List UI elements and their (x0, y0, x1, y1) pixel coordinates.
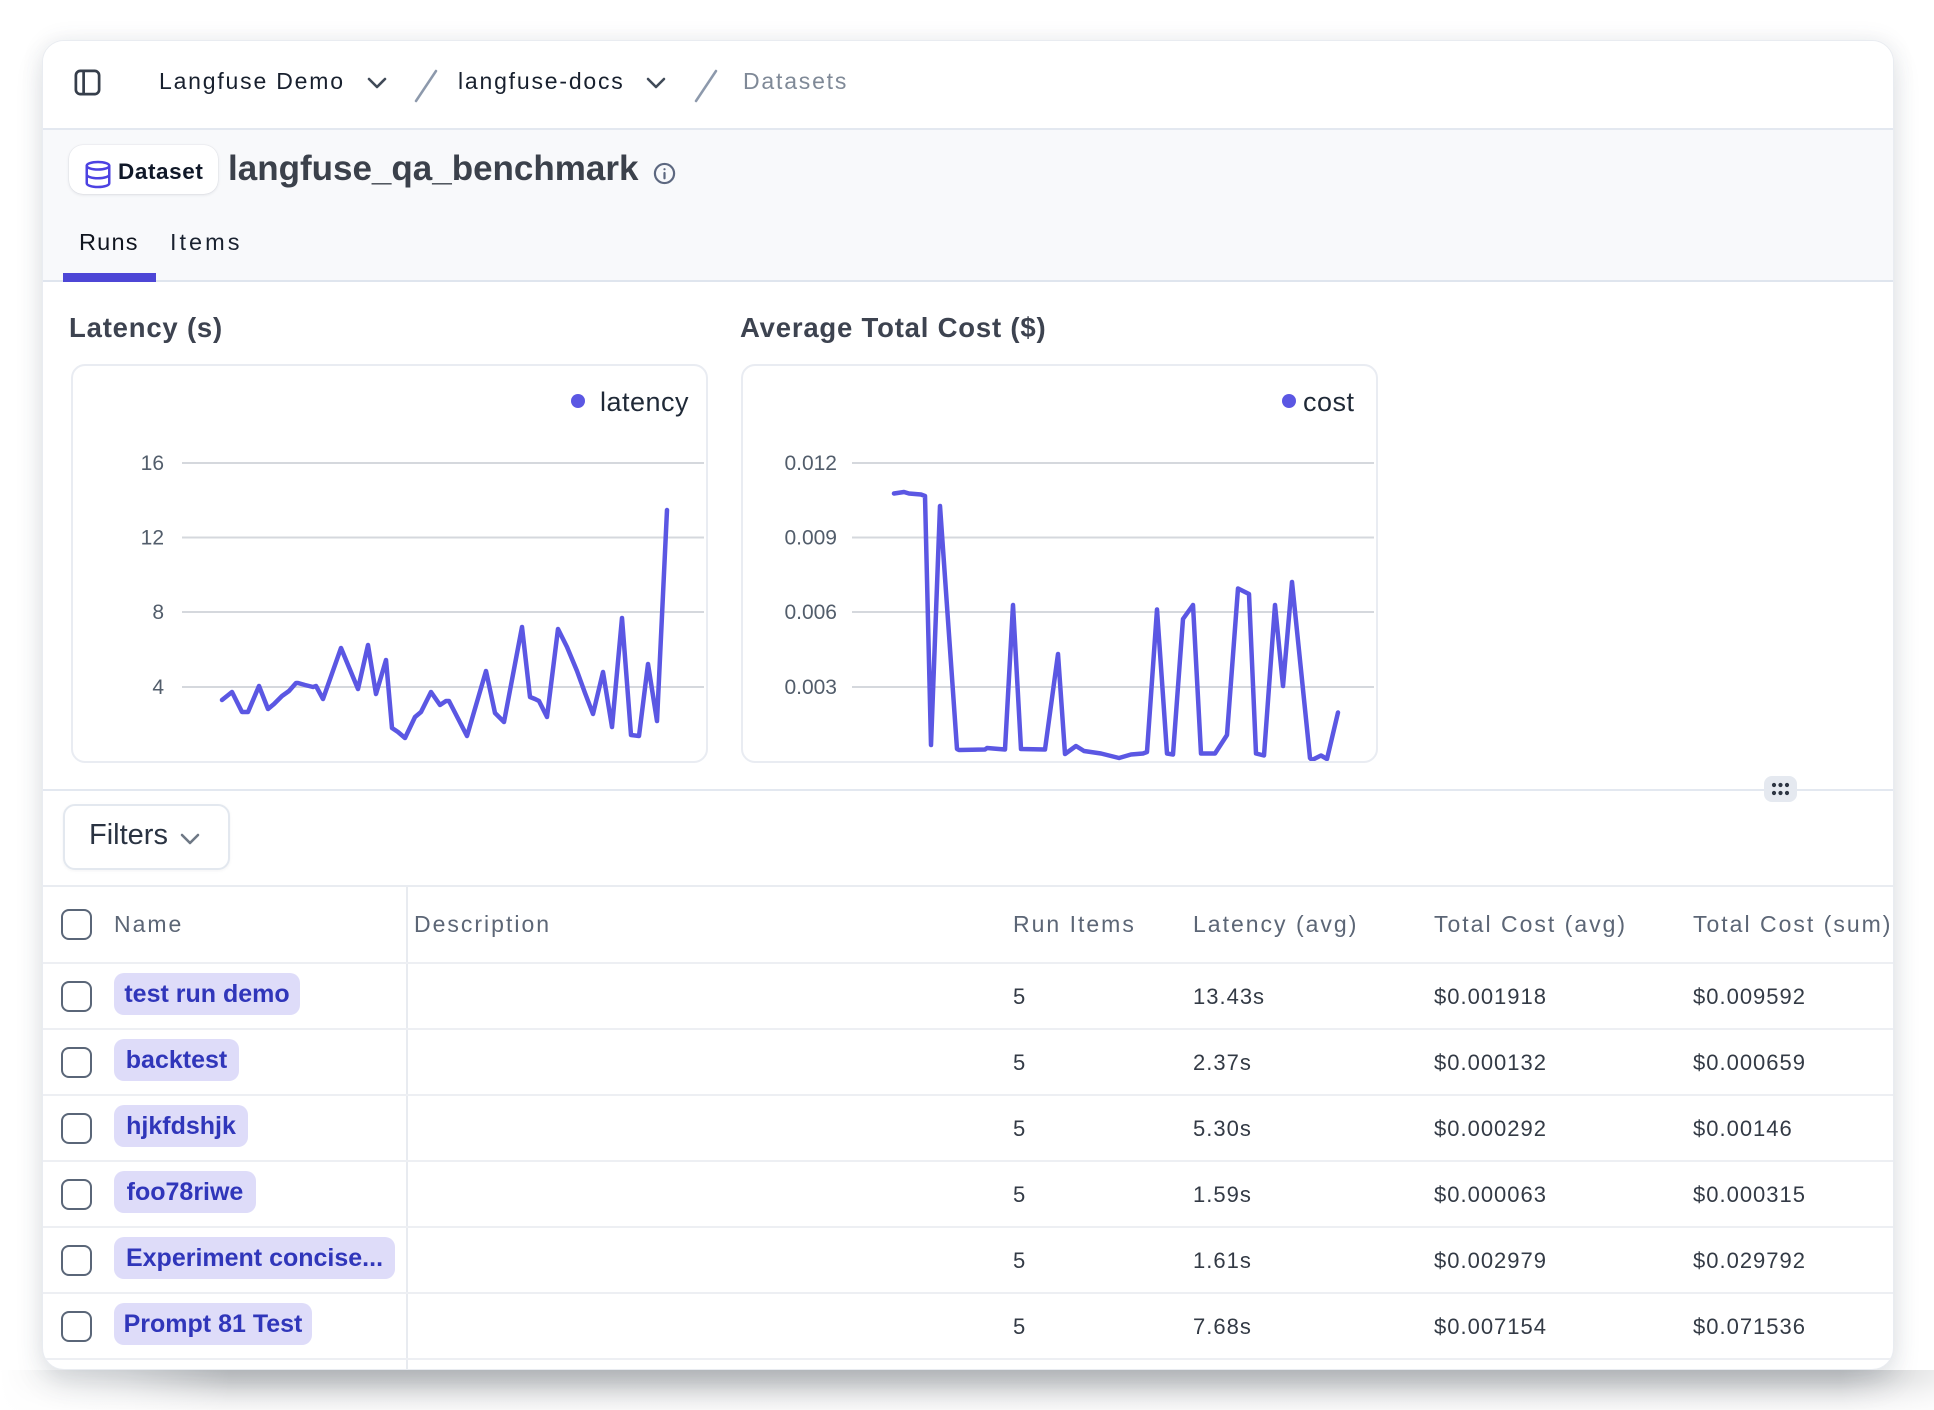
svg-text:cost: cost (1303, 387, 1355, 417)
svg-text:12: 12 (141, 527, 164, 550)
svg-text:latency: latency (600, 387, 689, 417)
svg-text:0.006: 0.006 (784, 601, 837, 624)
svg-text:8: 8 (152, 601, 164, 624)
svg-text:0.012: 0.012 (784, 452, 837, 475)
svg-text:16: 16 (141, 452, 164, 475)
svg-text:0.009: 0.009 (784, 527, 837, 550)
svg-text:0.003: 0.003 (784, 676, 837, 699)
svg-text:4: 4 (152, 676, 164, 699)
